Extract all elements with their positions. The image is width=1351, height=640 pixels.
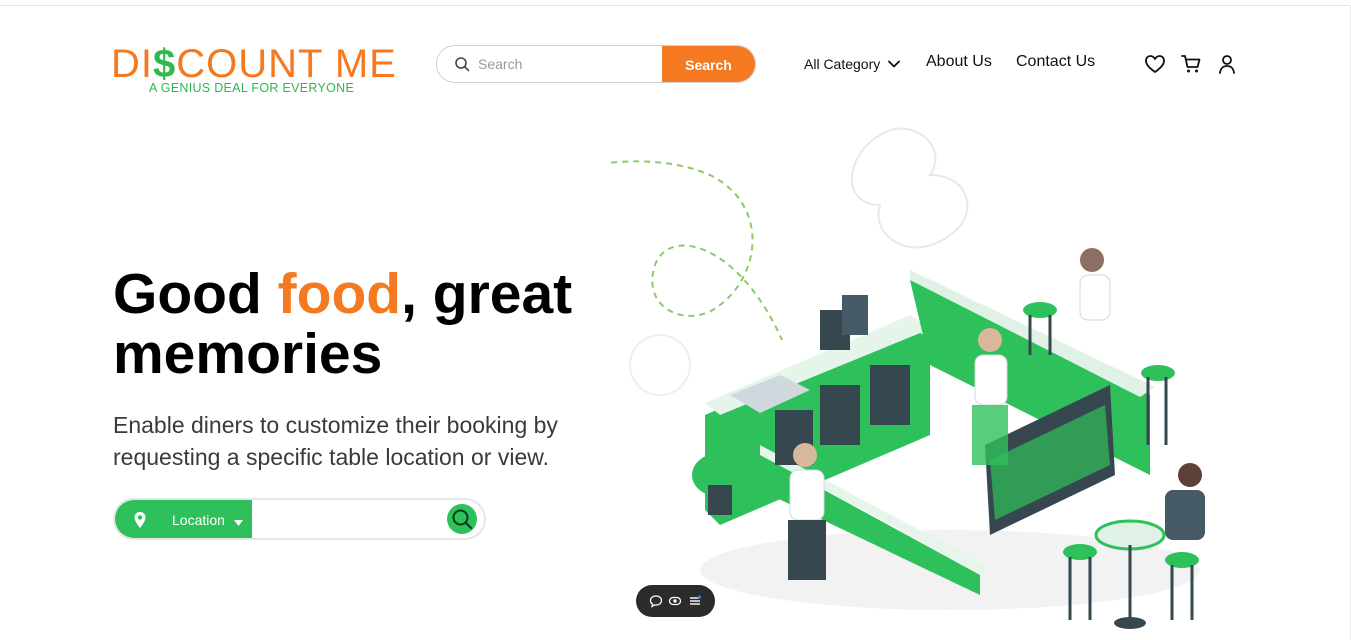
brand-dollar-mark: $ [153,42,177,86]
caret-down-icon [234,520,243,526]
comment-icon[interactable] [649,594,663,608]
header-search-bar: Search [436,45,756,83]
floating-toolbar [636,585,715,617]
brand-name-part1: DI [111,42,153,86]
hero-title: Good food, great memories [113,264,673,384]
eye-icon[interactable] [668,594,682,608]
top-divider [0,5,1351,6]
location-pin-icon [134,512,146,528]
restaurant-illustration [610,127,1205,629]
search-icon [452,509,473,530]
location-search-bar: Location [113,498,486,540]
nav-about-us[interactable]: About Us [926,53,992,71]
heart-icon[interactable] [1144,53,1166,75]
search-input[interactable] [478,56,653,72]
location-label: Location [172,512,225,528]
search-button[interactable]: Search [662,46,755,82]
brand-tagline: A GENIUS DEAL FOR EVERYONE [149,81,355,95]
all-category-label: All Category [804,56,881,72]
nav-contact-us[interactable]: Contact Us [1016,53,1095,71]
location-search-button[interactable] [447,504,477,534]
search-icon [455,57,470,72]
brand-name-part2: COUNT ME [176,42,397,86]
hero-title-accent: food [277,262,402,326]
brand-logo[interactable]: DI$COUNT ME A GENIUS DEAL FOR EVERYONE [111,28,396,100]
hero-title-part1: Good [113,262,278,326]
user-icon[interactable] [1216,53,1238,75]
cart-icon[interactable] [1180,53,1202,75]
list-icon[interactable] [688,594,702,608]
all-category-dropdown[interactable]: All Category [804,56,901,72]
chevron-down-icon [888,60,901,68]
hero-subtitle: Enable diners to customize their booking… [113,412,558,470]
location-dropdown[interactable]: Location [115,500,252,538]
